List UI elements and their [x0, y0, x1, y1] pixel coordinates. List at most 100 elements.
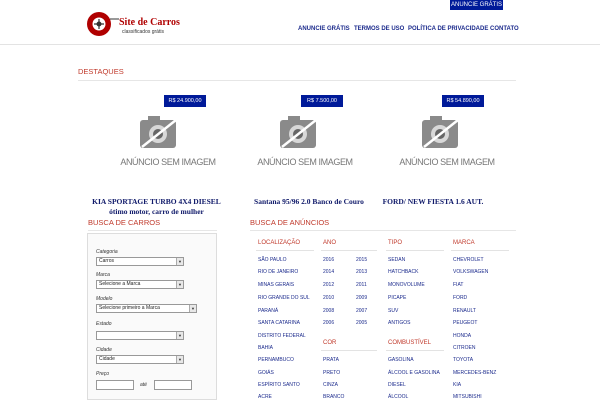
marca-heading: MARCA: [453, 240, 475, 246]
location-link[interactable]: PERNAMBUCO: [258, 357, 294, 363]
busca-carros-divider: [88, 230, 217, 231]
logo-title: Site de Carros: [119, 17, 180, 28]
chevron-down-icon: ▼: [189, 305, 196, 312]
modelo-value: Selecione primeiro a Marca: [99, 305, 160, 311]
no-image-label: ANÚNCIO SEM IMAGEM: [257, 157, 353, 167]
localizacao-heading: LOCALIZAÇÃO: [258, 240, 301, 246]
logo-subtitle: classificados grátis: [122, 29, 164, 35]
preco-max-input[interactable]: [154, 380, 192, 390]
nav-termos-de-uso[interactable]: TERMOS DE USO: [354, 26, 404, 32]
location-link[interactable]: RIO DE JANEIRO: [258, 269, 298, 275]
type-link[interactable]: ANTIGOS: [388, 320, 411, 326]
car-wheel-icon: [87, 12, 119, 36]
brand-link[interactable]: PEUGEOT: [453, 320, 477, 326]
modelo-select[interactable]: Selecione primeiro a Marca ▼: [96, 304, 197, 313]
car-title[interactable]: KIA SPORTAGE TURBO 4X4 DIESEL ótimo moto…: [84, 197, 229, 217]
year-link[interactable]: 2011: [356, 282, 367, 288]
chevron-down-icon: ▼: [176, 356, 183, 363]
price-badge[interactable]: R$ 7.500,00: [301, 95, 343, 107]
preco-min-input[interactable]: [96, 380, 134, 390]
tipo-heading: TIPO: [388, 240, 403, 246]
no-image-camera-icon[interactable]: [420, 114, 484, 154]
type-link[interactable]: HATCHBACK: [388, 269, 418, 275]
marca-divider: [451, 250, 509, 251]
nav-politica-privacidade[interactable]: POLÍTICA DE PRIVACIDADE: [408, 26, 488, 32]
brand-link[interactable]: RENAULT: [453, 308, 476, 314]
ano-heading: ANO: [323, 240, 337, 246]
categoria-value: Carros: [99, 258, 115, 264]
year-link[interactable]: 2009: [356, 295, 367, 301]
location-link[interactable]: SANTA CATARINA: [258, 320, 300, 326]
search-filter-panel: Categoria Carros ▼ Marca Selecione a Mar…: [87, 233, 217, 400]
tipo-divider: [386, 250, 444, 251]
destaques-divider: [78, 80, 516, 81]
brand-link[interactable]: TOYOTA: [453, 357, 473, 363]
year-link[interactable]: 2012: [323, 282, 334, 288]
brand-link[interactable]: CITROEN: [453, 345, 476, 351]
car-title[interactable]: Santana 95/96 2.0 Banco de Couro: [244, 197, 374, 207]
categoria-label: Categoria: [96, 249, 118, 255]
no-image-label: ANÚNCIO SEM IMAGEM: [399, 157, 495, 167]
estado-select[interactable]: ▼: [96, 331, 184, 340]
preco-label: Preço: [96, 371, 110, 377]
top-anuncie-button[interactable]: ANUNCIE GRÁTIS: [450, 0, 503, 10]
marca-label: Marca: [96, 272, 110, 278]
brand-link[interactable]: FORD: [453, 295, 467, 301]
year-link[interactable]: 2005: [356, 320, 367, 326]
location-link[interactable]: ESPÍRITO SANTO: [258, 382, 300, 388]
year-link[interactable]: 2006: [323, 320, 334, 326]
chevron-down-icon: ▼: [176, 332, 183, 339]
fuel-link[interactable]: ÁLCOOL E GASOLINA: [388, 370, 440, 376]
site-logo[interactable]: Site de Carros classificados grátis: [86, 9, 192, 39]
color-link[interactable]: CINZA: [323, 382, 338, 388]
fuel-link[interactable]: DIESEL: [388, 382, 406, 388]
type-link[interactable]: PICAPE: [388, 295, 406, 301]
color-link[interactable]: BRANCO: [323, 394, 344, 400]
no-image-camera-icon[interactable]: [278, 114, 342, 154]
brand-link[interactable]: MITSUBISHI: [453, 394, 482, 400]
marca-select[interactable]: Selecione a Marca ▼: [96, 280, 184, 289]
brand-link[interactable]: MERCEDES-BENZ: [453, 370, 496, 376]
year-link[interactable]: 2015: [356, 257, 367, 263]
brand-link[interactable]: CHEVROLET: [453, 257, 484, 263]
color-link[interactable]: PRETO: [323, 370, 340, 376]
cidade-select[interactable]: Cidade ▼: [96, 355, 184, 364]
location-link[interactable]: ACRE: [258, 394, 272, 400]
fuel-link[interactable]: ÁLCOOL: [388, 394, 408, 400]
year-link[interactable]: 2010: [323, 295, 334, 301]
brand-link[interactable]: VOLKSWAGEN: [453, 269, 488, 275]
modelo-label: Modelo: [96, 296, 113, 302]
busca-anuncios-title: BUSCA DE ANÚNCIOS: [250, 218, 330, 227]
nav-anuncie-gratis[interactable]: ANUNCIE GRÁTIS: [298, 26, 350, 32]
type-link[interactable]: SUV: [388, 308, 398, 314]
cor-divider: [321, 350, 377, 351]
location-link[interactable]: GOIÁS: [258, 370, 274, 376]
location-link[interactable]: MINAS GERAIS: [258, 282, 294, 288]
color-link[interactable]: PRATA: [323, 357, 339, 363]
year-link[interactable]: 2008: [323, 308, 334, 314]
location-link[interactable]: DISTRITO FEDERAL: [258, 333, 306, 339]
price-badge[interactable]: R$ 54.890,00: [442, 95, 484, 107]
location-link[interactable]: SÃO PAULO: [258, 257, 287, 263]
brand-link[interactable]: HONDA: [453, 333, 471, 339]
car-title[interactable]: FORD/ NEW FIESTA 1.6 AUT.: [358, 197, 508, 207]
no-image-camera-icon[interactable]: [138, 114, 202, 154]
year-link[interactable]: 2013: [356, 269, 367, 275]
location-link[interactable]: BAHIA: [258, 345, 273, 351]
brand-link[interactable]: KIA: [453, 382, 461, 388]
type-link[interactable]: SEDAN: [388, 257, 405, 263]
year-link[interactable]: 2016: [323, 257, 334, 263]
nav-contato[interactable]: CONTATO: [490, 26, 519, 32]
location-link[interactable]: RIO GRANDE DO SUL: [258, 295, 310, 301]
busca-anuncios-divider: [250, 230, 516, 231]
year-link[interactable]: 2007: [356, 308, 367, 314]
type-link[interactable]: MONOVOLUME: [388, 282, 425, 288]
price-badge[interactable]: R$ 24.900,00: [164, 95, 206, 107]
location-link[interactable]: PARANÁ: [258, 308, 278, 314]
busca-carros-title: BUSCA DE CARROS: [88, 218, 161, 227]
brand-link[interactable]: FIAT: [453, 282, 463, 288]
year-link[interactable]: 2014: [323, 269, 334, 275]
fuel-link[interactable]: GASOLINA: [388, 357, 414, 363]
cidade-label: Cidade: [96, 347, 112, 353]
categoria-select[interactable]: Carros ▼: [96, 257, 184, 266]
